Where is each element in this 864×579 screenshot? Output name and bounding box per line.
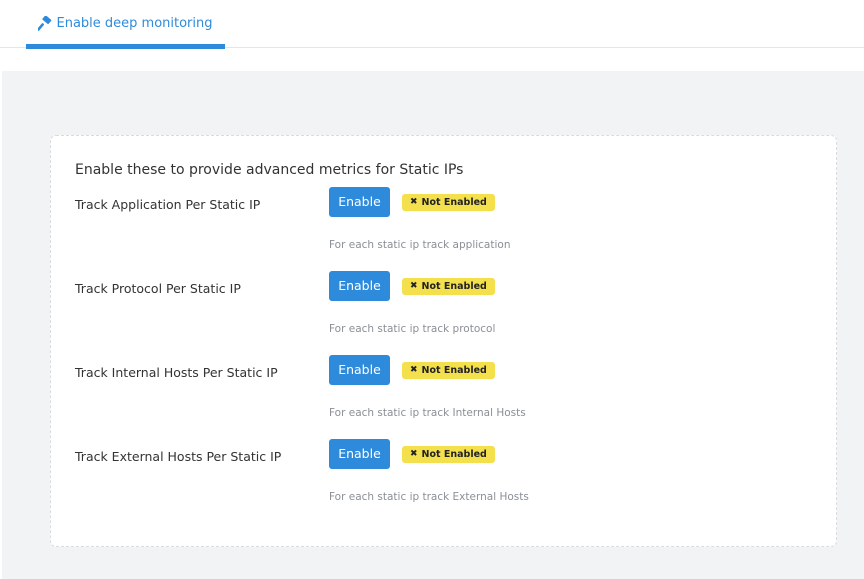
setting-label: Track Internal Hosts Per Static IP: [75, 365, 278, 380]
setting-row-internal-hosts: Track Internal Hosts Per Static IP Enabl…: [51, 355, 838, 439]
x-icon: ✖: [410, 449, 418, 459]
enable-button-external-hosts[interactable]: Enable: [329, 439, 390, 469]
enable-button-internal-hosts[interactable]: Enable: [329, 355, 390, 385]
setting-label: Track Protocol Per Static IP: [75, 281, 241, 296]
setting-row-application: Track Application Per Static IP Enable ✖…: [51, 187, 838, 271]
tab-bar: Enable deep monitoring: [0, 0, 864, 49]
enable-button-application[interactable]: Enable: [329, 187, 390, 217]
hammer-icon: [38, 16, 52, 31]
deep-monitoring-card: Enable these to provide advanced metrics…: [50, 135, 837, 547]
setting-label: Track External Hosts Per Static IP: [75, 449, 282, 464]
x-icon: ✖: [410, 197, 418, 207]
status-label: Not Enabled: [421, 281, 487, 292]
status-label: Not Enabled: [421, 197, 487, 208]
status-badge: ✖ Not Enabled: [402, 194, 495, 211]
status-label: Not Enabled: [421, 449, 487, 460]
setting-label: Track Application Per Static IP: [75, 197, 261, 212]
help-text: For each static ip track application: [329, 239, 511, 251]
help-text: For each static ip track External Hosts: [329, 491, 529, 503]
tab-label: Enable deep monitoring: [56, 16, 213, 31]
status-badge: ✖ Not Enabled: [402, 446, 495, 463]
tab-enable-deep-monitoring[interactable]: Enable deep monitoring: [26, 0, 225, 49]
setting-row-external-hosts: Track External Hosts Per Static IP Enabl…: [51, 439, 838, 523]
x-icon: ✖: [410, 281, 418, 291]
card-heading: Enable these to provide advanced metrics…: [75, 162, 464, 178]
status-badge: ✖ Not Enabled: [402, 278, 495, 295]
setting-row-protocol: Track Protocol Per Static IP Enable ✖ No…: [51, 271, 838, 355]
enable-button-protocol[interactable]: Enable: [329, 271, 390, 301]
x-icon: ✖: [410, 365, 418, 375]
status-badge: ✖ Not Enabled: [402, 362, 495, 379]
help-text: For each static ip track Internal Hosts: [329, 407, 526, 419]
status-label: Not Enabled: [421, 365, 487, 376]
help-text: For each static ip track protocol: [329, 323, 496, 335]
